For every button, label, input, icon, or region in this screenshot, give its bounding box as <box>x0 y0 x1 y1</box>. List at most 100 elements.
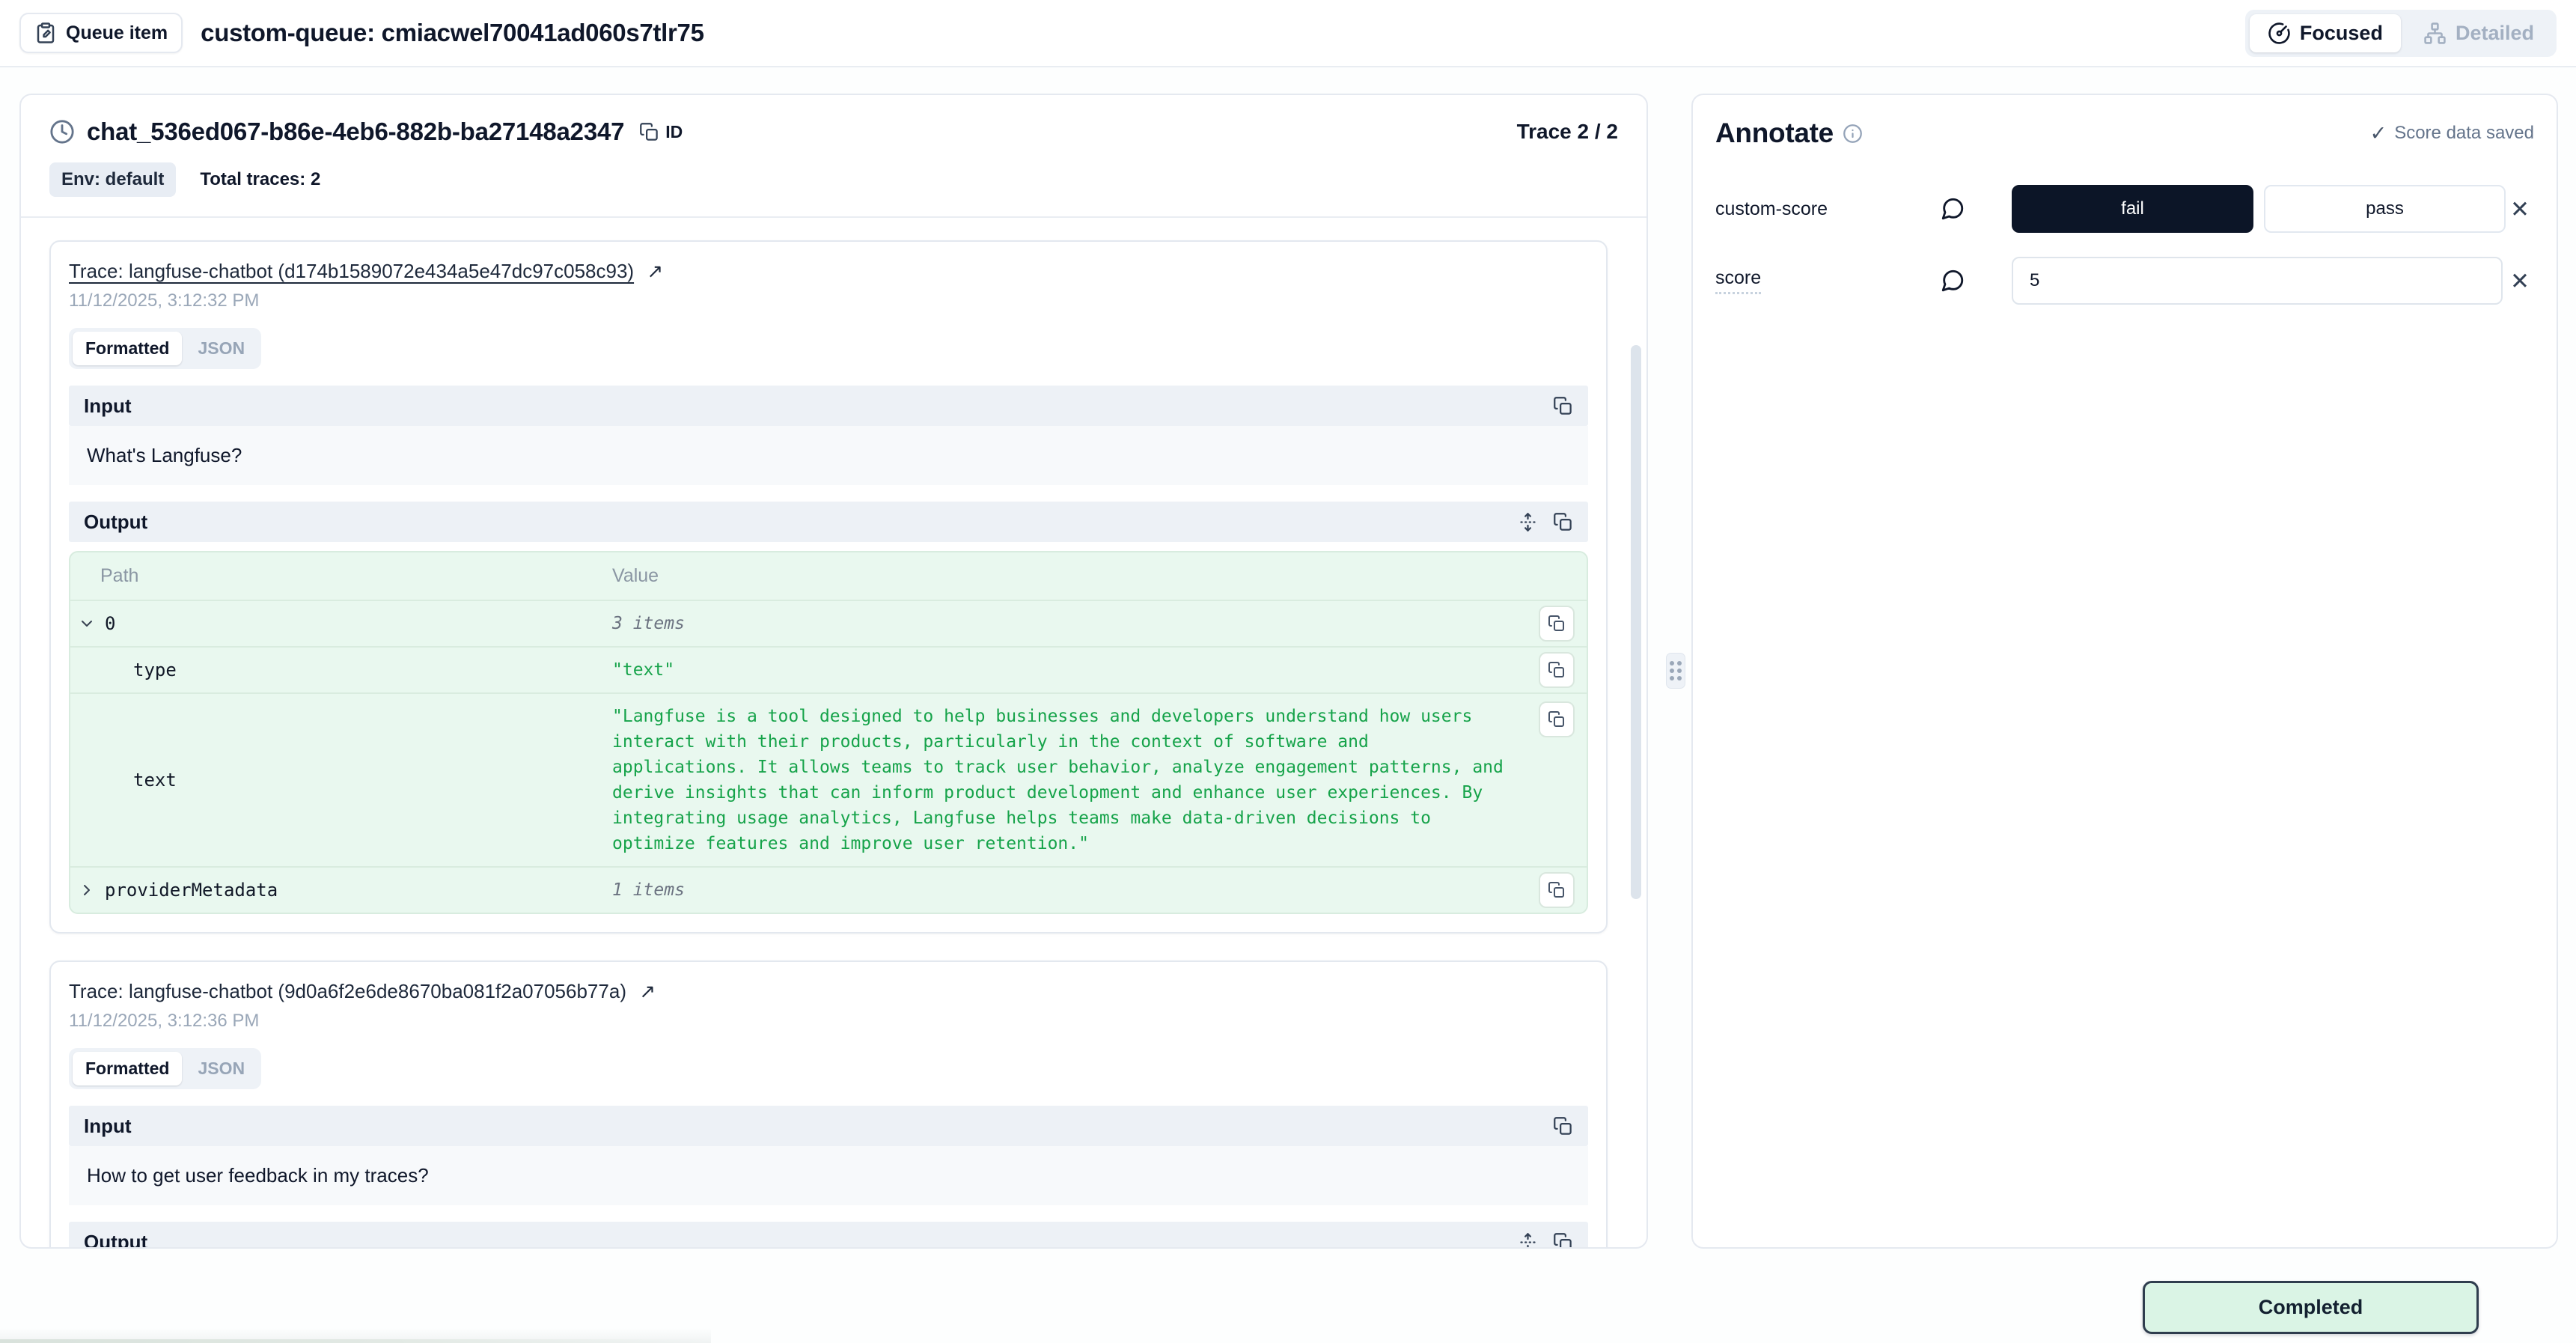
annotate-title: Annotate <box>1715 118 1834 149</box>
trace-timestamp: 11/12/2025, 3:12:32 PM <box>69 290 1588 311</box>
format-tabs: Formatted JSON <box>69 328 261 369</box>
json-path: 0 <box>70 613 612 634</box>
queue-item-panel: chat_536ed067-b86e-4eb6-882b-ba27148a234… <box>19 94 1648 1249</box>
json-value: 3 items <box>612 611 1587 636</box>
output-row-0: 0 3 items <box>70 600 1587 646</box>
score-row-score: score ✕ <box>1715 257 2534 305</box>
copy-icon <box>1553 512 1573 532</box>
traces-scroll-area[interactable]: Trace: langfuse-chatbot (d174b1589072e43… <box>21 218 1646 1247</box>
save-status: ✓ Score data saved <box>2370 122 2534 145</box>
save-status-label: Score data saved <box>2394 123 2534 144</box>
focused-view-button[interactable]: Focused <box>2250 14 2401 52</box>
copy-value-button[interactable] <box>1539 652 1575 688</box>
clipboard-pen-icon <box>34 22 57 44</box>
expand-output-button[interactable] <box>1518 512 1538 532</box>
json-key: type <box>133 660 177 680</box>
trace-link-label: Trace: langfuse-chatbot (9d0a6f2e6de8670… <box>69 980 626 1002</box>
copy-value-button[interactable] <box>1539 606 1575 642</box>
env-badge: Env: default <box>49 162 176 197</box>
json-key: providerMetadata <box>105 880 278 901</box>
output-section-header: Output <box>69 1222 1588 1247</box>
panel-resize-handle[interactable] <box>1666 653 1685 689</box>
unfold-vertical-icon <box>1518 512 1538 532</box>
trace-link[interactable]: Trace: langfuse-chatbot (9d0a6f2e6de8670… <box>69 980 656 1002</box>
input-section-header: Input <box>69 386 1588 426</box>
vertical-scrollbar-thumb[interactable] <box>1631 345 1641 899</box>
score-value-input[interactable] <box>2012 257 2503 305</box>
copy-value-button[interactable] <box>1539 872 1575 908</box>
input-label: Input <box>84 1115 132 1138</box>
json-value: "Langfuse is a tool designed to help bus… <box>612 704 1587 856</box>
item-title: chat_536ed067-b86e-4eb6-882b-ba27148a234… <box>87 118 624 146</box>
copy-output-button[interactable] <box>1553 1232 1573 1248</box>
trace-card: Trace: langfuse-chatbot (d174b1589072e43… <box>49 240 1608 934</box>
score-option-fail[interactable]: fail <box>2012 185 2253 233</box>
completed-button[interactable]: Completed <box>2143 1281 2479 1334</box>
score-row-custom-score: custom-score fail pass ✕ <box>1715 185 2534 233</box>
copy-value-button[interactable] <box>1539 701 1575 737</box>
annotate-panel: Annotate ✓ Score data saved custom-score… <box>1691 94 2558 1249</box>
input-label: Input <box>84 395 132 418</box>
comment-button[interactable] <box>1940 268 2012 293</box>
info-icon[interactable] <box>1843 124 1863 144</box>
delete-score-button[interactable]: ✕ <box>2506 269 2534 293</box>
page-bottom-scroll-fade <box>0 1328 711 1343</box>
id-label: ID <box>665 122 683 142</box>
chevron-down-icon[interactable] <box>78 615 105 633</box>
message-bubble-icon <box>1940 196 1965 222</box>
view-toggle: Focused Detailed <box>2245 10 2557 57</box>
message-bubble-icon <box>1940 268 1965 293</box>
json-value: "text" <box>612 657 1587 683</box>
trace-card: Trace: langfuse-chatbot (9d0a6f2e6de8670… <box>49 960 1608 1247</box>
expand-output-button[interactable] <box>1518 1232 1538 1248</box>
tab-formatted[interactable]: Formatted <box>73 332 182 365</box>
app-screen: Queue item custom-queue: cmiacwel70041ad… <box>0 0 2576 1343</box>
tab-formatted[interactable]: Formatted <box>73 1052 182 1085</box>
output-row-type: type "text" <box>70 646 1587 692</box>
copy-id-button[interactable]: ID <box>639 122 683 142</box>
output-row-providerMetadata: providerMetadata 1 items <box>70 866 1587 913</box>
queue-item-badge: Queue item <box>19 13 183 53</box>
json-key: 0 <box>105 613 115 634</box>
check-icon: ✓ <box>2370 122 2387 145</box>
path-column-header: Path <box>70 565 612 587</box>
page-title: custom-queue: cmiacwel70041ad060s7tlr75 <box>201 19 704 47</box>
copy-icon <box>1553 1232 1573 1248</box>
output-json-table: Path Value 0 3 items type "text" text "Langfu… <box>69 551 1588 914</box>
clock-icon <box>49 119 75 144</box>
score-name-label: custom-score <box>1715 198 1828 220</box>
trace-link-label: Trace: langfuse-chatbot (d174b1589072e43… <box>69 260 634 282</box>
delete-score-button[interactable]: ✕ <box>2506 197 2534 222</box>
comment-button[interactable] <box>1940 196 2012 222</box>
tab-json[interactable]: JSON <box>185 1052 257 1085</box>
output-section-header: Output <box>69 502 1588 542</box>
copy-icon <box>639 122 659 142</box>
format-tabs: Formatted JSON <box>69 1048 261 1089</box>
trace-counter: Trace 2 / 2 <box>1517 120 1618 144</box>
score-choice-group: fail pass <box>2012 185 2506 233</box>
copy-input-button[interactable] <box>1553 1116 1573 1136</box>
trace-timestamp: 11/12/2025, 3:12:36 PM <box>69 1011 1588 1032</box>
chevron-right-icon[interactable] <box>78 881 105 899</box>
input-value: What's Langfuse? <box>69 426 1588 485</box>
network-tree-icon <box>2423 22 2447 45</box>
json-path: providerMetadata <box>70 880 612 901</box>
tab-json[interactable]: JSON <box>185 332 257 365</box>
output-label: Output <box>84 1231 147 1248</box>
external-link-icon: ↗ <box>639 980 656 1002</box>
copy-input-button[interactable] <box>1553 396 1573 416</box>
score-option-pass[interactable]: pass <box>2264 185 2506 233</box>
output-row-text: text "Langfuse is a tool designed to help… <box>70 692 1587 866</box>
copy-icon <box>1553 1116 1573 1136</box>
trace-link[interactable]: Trace: langfuse-chatbot (d174b1589072e43… <box>69 260 663 282</box>
json-path: text <box>70 770 612 791</box>
score-name-label: score <box>1715 267 1761 294</box>
json-key: text <box>133 770 177 791</box>
detailed-view-button[interactable]: Detailed <box>2405 14 2552 52</box>
copy-output-button[interactable] <box>1553 512 1573 532</box>
json-path: type <box>70 660 612 680</box>
input-section-header: Input <box>69 1106 1588 1146</box>
total-traces: Total traces: 2 <box>200 169 320 190</box>
json-value: 1 items <box>612 877 1587 903</box>
value-column-header: Value <box>612 565 1587 587</box>
